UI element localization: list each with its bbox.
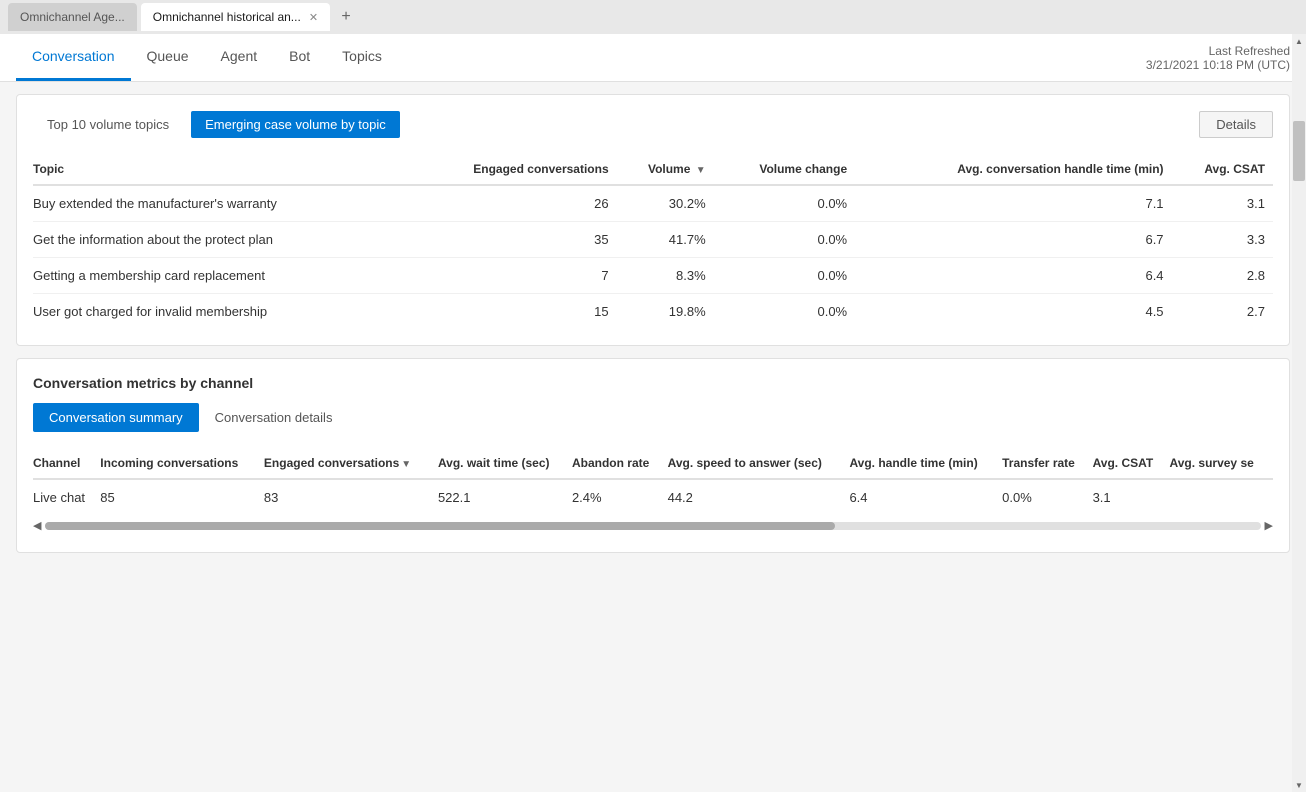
avg-csat-cell: 3.1 [1172, 185, 1273, 222]
metrics-col-header-4: Abandon rate [572, 448, 668, 479]
nav-tab-queue[interactable]: Queue [131, 34, 205, 81]
table-row: Get the information about the protect pl… [33, 222, 1273, 258]
main-content: Top 10 volume topics Emerging case volum… [0, 82, 1306, 792]
metrics-col-header-2[interactable]: Engaged conversations ▼ [264, 448, 438, 479]
metrics-col-header-1: Incoming conversations [100, 448, 264, 479]
scrollbar-thumb [45, 522, 835, 530]
nav-tabs: Conversation Queue Agent Bot Topics [16, 34, 398, 81]
volume-change-cell: 0.0% [714, 185, 855, 222]
table-row: Getting a membership card replacement 7 … [33, 258, 1273, 294]
avg-csat-cell: 2.7 [1172, 294, 1273, 330]
col-header-engaged: Engaged conversations [405, 154, 617, 185]
vscroll-up-arrow[interactable]: ▲ [1292, 34, 1306, 48]
browser-tabs: Omnichannel Age... Omnichannel historica… [0, 0, 1306, 34]
topics-tabs: Top 10 volume topics Emerging case volum… [33, 111, 400, 138]
volume-change-cell: 0.0% [714, 294, 855, 330]
metrics-cell-2: 83 [264, 479, 438, 515]
engaged-cell: 26 [405, 185, 617, 222]
avg-handle-cell: 6.4 [855, 258, 1171, 294]
col-header-avg-csat: Avg. CSAT [1172, 154, 1273, 185]
col-header-avg-handle: Avg. conversation handle time (min) [855, 154, 1171, 185]
metrics-cell-7: 0.0% [1002, 479, 1092, 515]
scrollbar-track[interactable] [45, 522, 1260, 530]
metrics-col-header-5: Avg. speed to answer (sec) [668, 448, 850, 479]
topic-cell: Getting a membership card replacement [33, 258, 405, 294]
topics-header: Top 10 volume topics Emerging case volum… [33, 111, 1273, 138]
nav-tab-agent[interactable]: Agent [205, 34, 274, 81]
metrics-section-title: Conversation metrics by channel [33, 375, 1273, 391]
vscroll-track[interactable] [1292, 48, 1306, 778]
engaged-cell: 15 [405, 294, 617, 330]
browser-tab-2[interactable]: Omnichannel historical an... ✕ [141, 3, 330, 31]
sort-icon: ▼ [696, 165, 706, 176]
last-refreshed: Last Refreshed 3/21/2021 10:18 PM (UTC) [1146, 44, 1290, 72]
nav-tab-conversation[interactable]: Conversation [16, 34, 131, 81]
avg-handle-cell: 6.7 [855, 222, 1171, 258]
topic-cell: User got charged for invalid membership [33, 294, 405, 330]
add-tab-button[interactable]: + [334, 5, 358, 29]
metrics-col-header-9: Avg. survey se [1170, 448, 1273, 479]
sort-icon: ▼ [401, 459, 411, 470]
page-wrapper: Omnichannel Age... Omnichannel historica… [0, 0, 1306, 792]
details-button[interactable]: Details [1199, 111, 1273, 138]
metrics-section: Conversation metrics by channel Conversa… [16, 358, 1290, 553]
browser-tab-2-label: Omnichannel historical an... [153, 10, 301, 24]
close-icon[interactable]: ✕ [309, 11, 318, 24]
browser-tab-1[interactable]: Omnichannel Age... [8, 3, 137, 31]
scroll-right-arrow[interactable]: ▶ [1265, 519, 1273, 532]
horizontal-scrollbar[interactable]: ◀ ▶ [33, 515, 1273, 536]
metrics-cell-4: 2.4% [572, 479, 668, 515]
volume-cell: 19.8% [617, 294, 714, 330]
metrics-cell-0: Live chat [33, 479, 100, 515]
app-header: Conversation Queue Agent Bot Topics Last… [0, 34, 1306, 82]
col-header-volume[interactable]: Volume ▼ [617, 154, 714, 185]
col-header-volume-change: Volume change [714, 154, 855, 185]
volume-cell: 41.7% [617, 222, 714, 258]
nav-tab-topics[interactable]: Topics [326, 34, 398, 81]
avg-csat-cell: 2.8 [1172, 258, 1273, 294]
vscroll-thumb [1293, 121, 1305, 181]
sub-tab-summary[interactable]: Conversation summary [33, 403, 199, 432]
metrics-table-row: Live chat8583522.12.4%44.26.40.0%3.1 [33, 479, 1273, 515]
vertical-scrollbar: ▲ ▼ [1292, 34, 1306, 792]
volume-cell: 30.2% [617, 185, 714, 222]
topics-tab-top10[interactable]: Top 10 volume topics [33, 111, 183, 138]
sub-tab-details[interactable]: Conversation details [199, 403, 349, 432]
engaged-cell: 35 [405, 222, 617, 258]
volume-change-cell: 0.0% [714, 258, 855, 294]
metrics-cell-9 [1170, 479, 1273, 515]
nav-tab-bot[interactable]: Bot [273, 34, 326, 81]
avg-handle-cell: 4.5 [855, 294, 1171, 330]
topic-cell: Get the information about the protect pl… [33, 222, 405, 258]
metrics-col-header-6: Avg. handle time (min) [849, 448, 1002, 479]
metrics-col-header-8: Avg. CSAT [1093, 448, 1170, 479]
volume-cell: 8.3% [617, 258, 714, 294]
metrics-cell-1: 85 [100, 479, 264, 515]
volume-change-cell: 0.0% [714, 222, 855, 258]
metrics-table-container: ChannelIncoming conversationsEngaged con… [33, 448, 1273, 515]
browser-tab-1-label: Omnichannel Age... [20, 10, 125, 24]
avg-handle-cell: 7.1 [855, 185, 1171, 222]
metrics-col-header-0: Channel [33, 448, 100, 479]
metrics-cell-5: 44.2 [668, 479, 850, 515]
metrics-col-header-7: Transfer rate [1002, 448, 1092, 479]
topics-table: Topic Engaged conversations Volume ▼ Vol… [33, 154, 1273, 329]
topic-cell: Buy extended the manufacturer's warranty [33, 185, 405, 222]
table-row: Buy extended the manufacturer's warranty… [33, 185, 1273, 222]
scroll-left-arrow[interactable]: ◀ [33, 519, 41, 532]
metrics-cell-3: 522.1 [438, 479, 572, 515]
topics-section: Top 10 volume topics Emerging case volum… [16, 94, 1290, 346]
sub-tabs: Conversation summary Conversation detail… [33, 403, 1273, 432]
avg-csat-cell: 3.3 [1172, 222, 1273, 258]
vscroll-down-arrow[interactable]: ▼ [1292, 778, 1306, 792]
col-header-topic: Topic [33, 154, 405, 185]
topics-table-container: Topic Engaged conversations Volume ▼ Vol… [33, 154, 1273, 329]
metrics-col-header-3: Avg. wait time (sec) [438, 448, 572, 479]
table-row: User got charged for invalid membership … [33, 294, 1273, 330]
metrics-cell-6: 6.4 [849, 479, 1002, 515]
engaged-cell: 7 [405, 258, 617, 294]
metrics-table: ChannelIncoming conversationsEngaged con… [33, 448, 1273, 515]
metrics-cell-8: 3.1 [1093, 479, 1170, 515]
topics-tab-emerging[interactable]: Emerging case volume by topic [191, 111, 400, 138]
